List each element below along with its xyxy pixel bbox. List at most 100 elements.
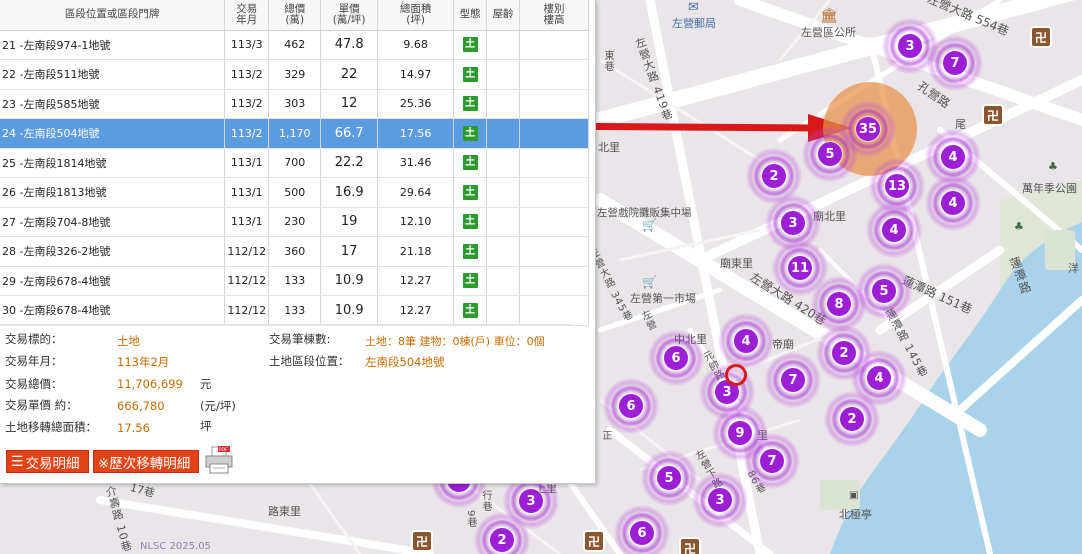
cell-type: 土	[453, 177, 488, 208]
beili-label: 北里	[598, 141, 620, 154]
table-row[interactable]: 27 -左南段704-8地號 113/1 230 19 12.10 土	[0, 207, 589, 237]
area-value: 17.56	[117, 421, 150, 435]
transaction-detail-button[interactable]: ☰ 交易明細	[6, 450, 89, 473]
nlsc-watermark: NLSC 2025.05	[140, 541, 211, 552]
land-type-badge: 土	[462, 302, 478, 318]
land-location-label: 土地區段位置：	[269, 354, 350, 368]
cell-type: 土	[453, 59, 488, 90]
temple-icon[interactable]: 卍	[982, 104, 1004, 126]
cluster-count: 5	[872, 279, 896, 303]
table-row[interactable]: 28 -左南段326-2地號 112/12 360 17 21.18 土	[0, 236, 589, 267]
cell-date: 113/1	[224, 177, 270, 208]
cell-age	[486, 118, 521, 149]
cell-address: 30 -左南段678-4地號	[0, 295, 226, 326]
cell-floor	[519, 295, 589, 326]
list-icon: ☰	[11, 453, 24, 470]
col-unit-header[interactable]: 單價 (萬/坪)	[320, 0, 379, 31]
table-row[interactable]: 22 -左南段511地號 113/2 329 22 14.97 土	[0, 59, 589, 90]
cluster-marker[interactable]: 5	[802, 126, 858, 182]
unitprice-unit: (元/坪)	[200, 399, 236, 413]
cell-type: 土	[453, 295, 488, 326]
cluster-marker[interactable]: 4	[925, 175, 981, 231]
land-type-badge: 土	[462, 155, 478, 171]
land-type-badge: 土	[462, 66, 478, 82]
selected-location-marker[interactable]	[725, 364, 747, 386]
cell-floor	[519, 177, 589, 208]
table-header: 區段位置或區段門牌 交易 年月 總價 (萬) 單價 (萬/坪) 總面積 (坪) 型態 屋…	[0, 0, 589, 31]
col-address-header[interactable]: 區段位置或區段門牌	[0, 0, 226, 31]
table-row-selected[interactable]: 24 -左南段504地號 113/2 1,170 66.7 17.56 土	[0, 118, 589, 149]
target-label: 交易標的：	[5, 332, 63, 346]
cell-unit-price: 17	[320, 236, 379, 267]
table-row[interactable]: 30 -左南段678-4地號 112/12 133 10.9 12.27 土	[0, 295, 589, 326]
col-floor-header[interactable]: 樓別 樓高	[519, 0, 589, 31]
col-type-header[interactable]: 型態	[453, 0, 488, 31]
shopping-cart-icon: 🛒	[642, 218, 657, 232]
cell-date: 113/2	[224, 59, 270, 90]
temple-icon[interactable]: 卍	[411, 530, 433, 552]
cluster-marker[interactable]: 2	[474, 512, 530, 554]
table-row[interactable]: 23 -左南段585地號 113/2 303 12 25.36 土	[0, 89, 589, 119]
col-total-header[interactable]: 總價 (萬)	[268, 0, 322, 31]
cell-area: 25.36	[377, 89, 455, 119]
cluster-count: 3	[898, 34, 922, 58]
cluster-marker[interactable]: 8	[811, 276, 867, 332]
table-row[interactable]: 25 -左南段1814地號 113/1 700 22.2 31.46 土	[0, 148, 589, 178]
cluster-count: 3	[519, 489, 543, 513]
cell-total: 360	[268, 236, 322, 267]
table-row[interactable]: 29 -左南段678-4地號 112/12 133 10.9 12.27 土	[0, 266, 589, 296]
cell-address: 25 -左南段1814地號	[0, 148, 226, 178]
park-tree-icon: ♣	[1048, 160, 1058, 173]
table-row[interactable]: 26 -左南段1813地號 113/1 500 16.9 29.64 土	[0, 177, 589, 208]
cell-date: 113/1	[224, 148, 270, 178]
temple-label: 帝廟	[772, 338, 794, 351]
land-type-badge: 土	[462, 243, 478, 259]
cluster-marker[interactable]: 4	[866, 202, 922, 258]
cell-age	[486, 177, 521, 208]
cell-address: 22 -左南段511地號	[0, 59, 226, 90]
cell-age	[486, 30, 521, 60]
cluster-count: 6	[619, 394, 643, 418]
cluster-marker[interactable]: 7	[927, 35, 983, 91]
cell-date: 113/1	[224, 207, 270, 237]
temple-icon[interactable]: 卍	[1030, 26, 1052, 48]
total-label: 交易總價：	[5, 377, 63, 391]
land-type-badge: 土	[462, 214, 478, 230]
cluster-marker[interactable]: 3	[692, 472, 748, 528]
cluster-marker[interactable]: 7	[744, 433, 800, 489]
target-value: 土地	[117, 334, 140, 348]
cluster-count: 7	[760, 449, 784, 473]
cluster-count: 4	[941, 191, 965, 215]
col-area-header[interactable]: 總面積 (坪)	[377, 0, 455, 31]
cluster-marker[interactable]: 5	[641, 450, 697, 506]
cluster-marker[interactable]: 6	[614, 505, 670, 554]
col-age-header[interactable]: 屋齡	[486, 0, 521, 31]
cluster-marker[interactable]: 6	[603, 378, 659, 434]
unitprice-label: 交易單價 約：	[5, 398, 78, 412]
cell-address: 28 -左南段326-2地號	[0, 236, 226, 267]
table-row[interactable]: 21 -左南段974-1地號 113/3 462 47.8 9.68 土	[0, 30, 589, 60]
luzhong-label: 路東里	[268, 505, 301, 518]
district-office-label: 左營區公所	[801, 26, 856, 39]
cell-unit-price: 22.2	[320, 148, 379, 178]
col-date-header[interactable]: 交易 年月	[224, 0, 270, 31]
cell-date: 112/12	[224, 295, 270, 326]
road-dong-label: 東巷	[602, 50, 613, 72]
cell-area: 12.27	[377, 266, 455, 296]
cluster-count: 4	[941, 145, 965, 169]
wannian-park-label: 萬年季公園	[1022, 182, 1077, 195]
cell-area: 9.68	[377, 30, 455, 60]
cluster-count: 5	[818, 142, 842, 166]
cluster-marker[interactable]: 7	[765, 352, 821, 408]
temple-icon[interactable]: 卍	[679, 537, 701, 554]
print-pdf-icon[interactable]: PDF	[204, 446, 234, 474]
temple-icon[interactable]: 卍	[583, 530, 605, 552]
cell-total: 462	[268, 30, 322, 60]
post-office-label: 左營郵局	[672, 17, 716, 30]
unitprice-value: 666,780	[117, 399, 165, 413]
cluster-marker[interactable]: 2	[824, 391, 880, 447]
cell-floor	[519, 118, 589, 149]
transfer-history-button[interactable]: ※歷次移轉明細	[93, 450, 199, 473]
cell-address: 26 -左南段1813地號	[0, 177, 226, 208]
cell-floor	[519, 236, 589, 267]
